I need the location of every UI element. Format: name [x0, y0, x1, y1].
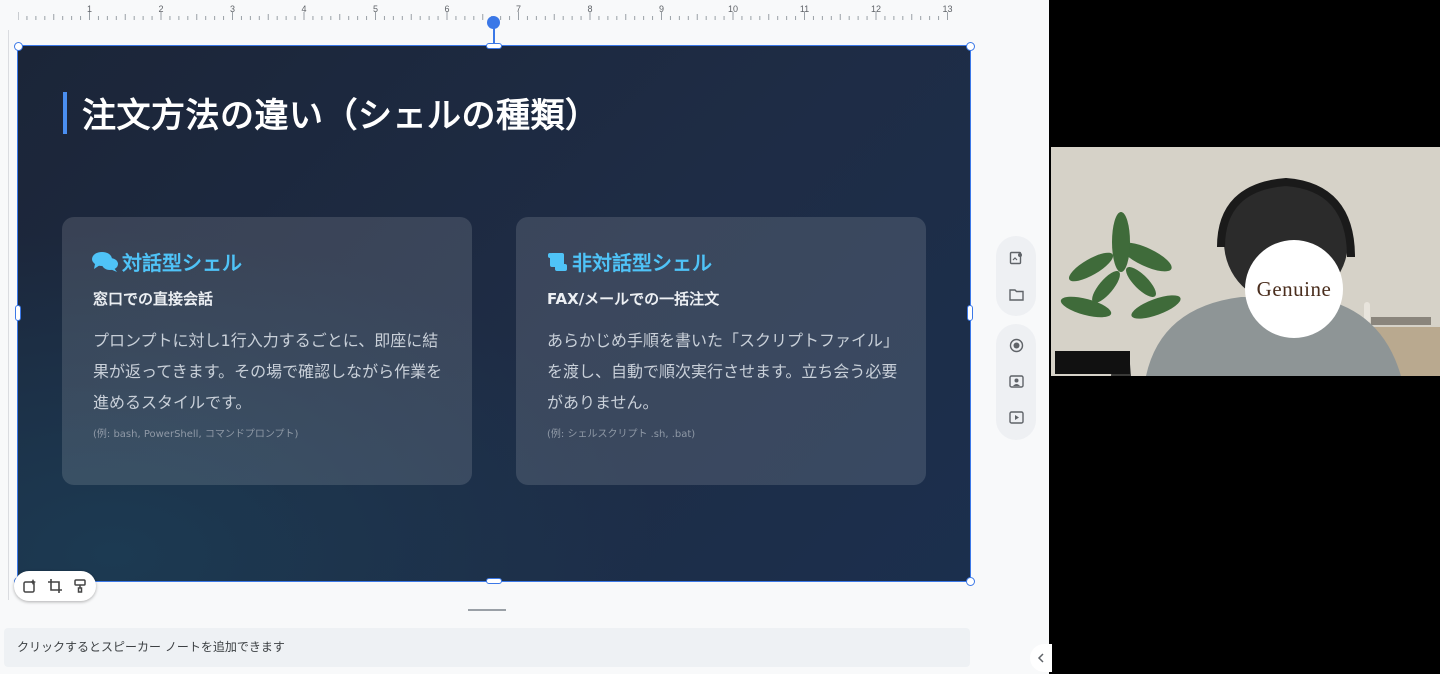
- speaker-notes[interactable]: クリックするとスピーカー ノートを追加できます: [4, 628, 970, 667]
- folder-icon[interactable]: [1006, 284, 1026, 304]
- notes-resize-handle[interactable]: [468, 609, 506, 611]
- resize-handle-top-left[interactable]: [14, 42, 23, 51]
- rotate-handle[interactable]: [487, 16, 500, 29]
- card-heading: 非対話型シェル: [546, 247, 712, 276]
- speaker-notes-placeholder: クリックするとスピーカー ノートを追加できます: [17, 640, 285, 654]
- ruler-label: 1: [86, 4, 93, 14]
- card-note: (例: シェルスクリプト .sh, .bat): [547, 429, 696, 440]
- card-heading-text: 対話型シェル: [122, 251, 242, 275]
- chat-bubbles-icon: [92, 251, 118, 272]
- slide-title[interactable]: 注文方法の違い（シェルの種類）: [82, 88, 600, 137]
- card-body: プロンプトに対し1行入力するごとに、即座に結果が返ってきます。その場で確認しなが…: [93, 331, 443, 412]
- ruler-label: 9: [658, 4, 665, 14]
- resize-handle-top-right[interactable]: [966, 42, 975, 51]
- ruler-label: 12: [870, 4, 882, 14]
- slide-canvas[interactable]: 注文方法の違い（シェルの種類） 対話型シェル 窓口での直接会話 プロンプトに対し…: [17, 45, 971, 582]
- paint-format-icon[interactable]: [70, 576, 90, 596]
- camera-icon[interactable]: [1006, 371, 1026, 391]
- vertical-ruler: [0, 30, 9, 600]
- resize-handle-top[interactable]: [486, 43, 502, 49]
- ruler-label: 11: [799, 4, 810, 14]
- card-subheading: FAX/メールでの一括注文: [547, 290, 720, 308]
- scroll-icon: [548, 252, 567, 271]
- card-subheading: 窓口での直接会話: [93, 290, 214, 308]
- image-options-icon[interactable]: [20, 576, 40, 596]
- ruler-label: 10: [727, 4, 739, 14]
- card-non-interactive-shell[interactable]: 非対話型シェル FAX/メールでの一括注文 あらかじめ手順を書いた「スクリプトフ…: [516, 217, 926, 485]
- crop-icon[interactable]: [45, 576, 65, 596]
- card-heading: 対話型シェル: [92, 247, 242, 276]
- video-tile: Genuine: [1051, 147, 1440, 376]
- ruler-label: 6: [444, 4, 450, 14]
- ruler-label: 4: [301, 4, 307, 14]
- video-feed: [1051, 147, 1440, 376]
- present-icon[interactable]: [1006, 407, 1026, 427]
- card-body: あらかじめ手順を書いた「スクリプトファイル」を渡し、自動で順次実行させます。立ち…: [547, 331, 900, 412]
- collapse-panel-button[interactable]: [1030, 644, 1052, 672]
- ruler-label: 8: [587, 4, 593, 14]
- side-panel-bottom: [996, 324, 1036, 440]
- ruler-label: 2: [158, 4, 164, 14]
- image-toolbar: [14, 571, 96, 601]
- logo-text: Genuine: [1256, 276, 1332, 301]
- card-heading-text: 非対話型シェル: [572, 251, 712, 275]
- resize-handle-bottom[interactable]: [486, 578, 502, 584]
- resize-handle-bottom-right[interactable]: [966, 577, 975, 586]
- chevron-left-icon: [1037, 653, 1044, 663]
- card-note: (例: bash, PowerShell, コマンドプロンプト): [93, 429, 299, 440]
- ruler-label: 5: [372, 4, 379, 14]
- record-icon[interactable]: [1006, 335, 1026, 355]
- resize-handle-right[interactable]: [967, 305, 973, 321]
- slide-editor: 1 2 3 4 5 6 7 8 9 10 11 12 13 注文方法の違い（シェルの種類） 対話型シェル…: [0, 0, 1049, 674]
- resize-handle-left[interactable]: [15, 305, 21, 321]
- ruler-label: 13: [942, 4, 953, 14]
- side-panel-top: [996, 236, 1036, 316]
- slide-layout-icon[interactable]: [1006, 248, 1026, 268]
- title-accent-bar: [63, 92, 67, 134]
- ruler-label: 7: [515, 4, 522, 14]
- participant-name-label: [1055, 351, 1130, 374]
- card-interactive-shell[interactable]: 対話型シェル 窓口での直接会話 プロンプトに対し1行入力するごとに、即座に結果が…: [62, 217, 472, 485]
- logo-badge: Genuine: [1245, 240, 1343, 338]
- ruler-label: 3: [229, 4, 236, 14]
